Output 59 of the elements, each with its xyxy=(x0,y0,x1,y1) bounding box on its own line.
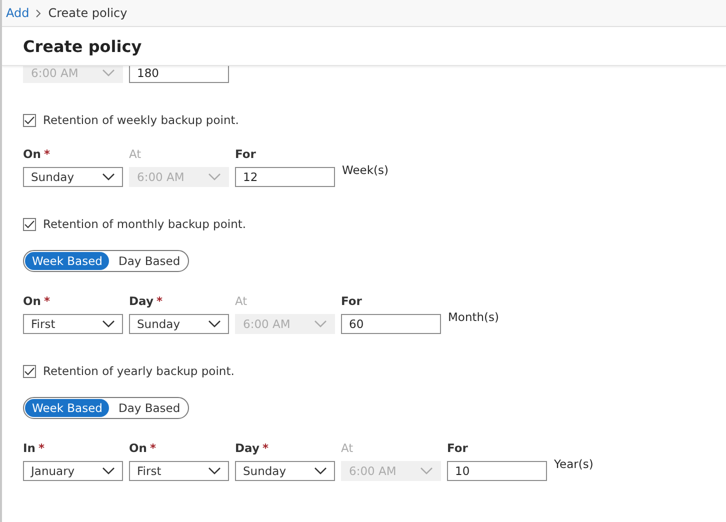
checkbox-label: Retention of weekly backup point. xyxy=(43,113,239,127)
checkbox-label: Retention of monthly backup point. xyxy=(43,217,246,231)
field-label: On xyxy=(129,441,147,455)
unit-label: Year(s) xyxy=(554,457,594,471)
chevron-down-icon xyxy=(102,69,115,77)
breadcrumb-link[interactable]: Add xyxy=(6,6,30,20)
chevron-down-icon xyxy=(314,467,327,475)
unit-label: Month(s) xyxy=(448,310,500,324)
dropdown: 6:00 AM xyxy=(23,66,123,83)
field-label: In xyxy=(23,441,36,455)
dropdown[interactable]: Sunday xyxy=(235,461,335,481)
toggle-option[interactable]: Week Based xyxy=(25,252,110,270)
dropdown[interactable]: January xyxy=(23,461,123,481)
field-label: Day xyxy=(129,294,154,308)
checkbox[interactable] xyxy=(23,218,36,230)
breadcrumb-current: Create policy xyxy=(48,6,128,20)
chevron-icon xyxy=(35,8,42,18)
chevron-down-icon xyxy=(208,467,221,475)
field-label: At xyxy=(235,294,248,308)
chevron-down-icon xyxy=(102,173,115,181)
required-mark: * xyxy=(156,294,162,308)
required-mark: * xyxy=(44,147,50,161)
dropdown[interactable]: Sunday xyxy=(23,167,123,187)
toggle-option[interactable]: Day Based xyxy=(111,252,188,270)
input-field[interactable]: 12 xyxy=(235,167,335,187)
field-label: At xyxy=(129,147,142,161)
page-title: Create policy xyxy=(23,36,142,56)
checkbox-label: Retention of yearly backup point. xyxy=(43,364,234,378)
input-field[interactable]: 60 xyxy=(341,314,441,334)
field-label: For xyxy=(447,441,468,455)
field-label: For xyxy=(341,294,362,308)
required-mark: * xyxy=(150,441,156,455)
field-label: Day xyxy=(235,441,260,455)
field-label: On xyxy=(23,147,41,161)
dropdown: 6:00 AM xyxy=(129,167,229,187)
input-field[interactable]: 180 xyxy=(129,66,229,83)
chevron-down-icon xyxy=(420,467,433,475)
field-label: At xyxy=(341,441,354,455)
required-mark: * xyxy=(262,441,268,455)
field-label: On xyxy=(23,294,41,308)
chevron-down-icon xyxy=(208,173,221,181)
dropdown[interactable]: Sunday xyxy=(129,314,229,334)
dropdown: 6:00 AM xyxy=(341,461,441,481)
dropdown[interactable]: First xyxy=(129,461,229,481)
dropdown[interactable]: First xyxy=(23,314,123,334)
toggle-option[interactable]: Day Based xyxy=(111,399,188,417)
required-mark: * xyxy=(38,441,44,455)
chevron-down-icon xyxy=(314,320,327,328)
checkbox[interactable] xyxy=(23,364,36,378)
chevron-down-icon xyxy=(102,467,115,475)
toggle-option[interactable]: Week Based xyxy=(25,399,110,417)
field-label: For xyxy=(235,147,256,161)
chevron-down-icon xyxy=(102,320,115,328)
chevron-down-icon xyxy=(208,320,221,328)
input-field[interactable]: 10 xyxy=(447,461,547,481)
unit-label: Week(s) xyxy=(342,163,388,177)
dropdown: 6:00 AM xyxy=(235,314,335,334)
checkbox[interactable] xyxy=(23,114,36,126)
required-mark: * xyxy=(44,294,50,308)
